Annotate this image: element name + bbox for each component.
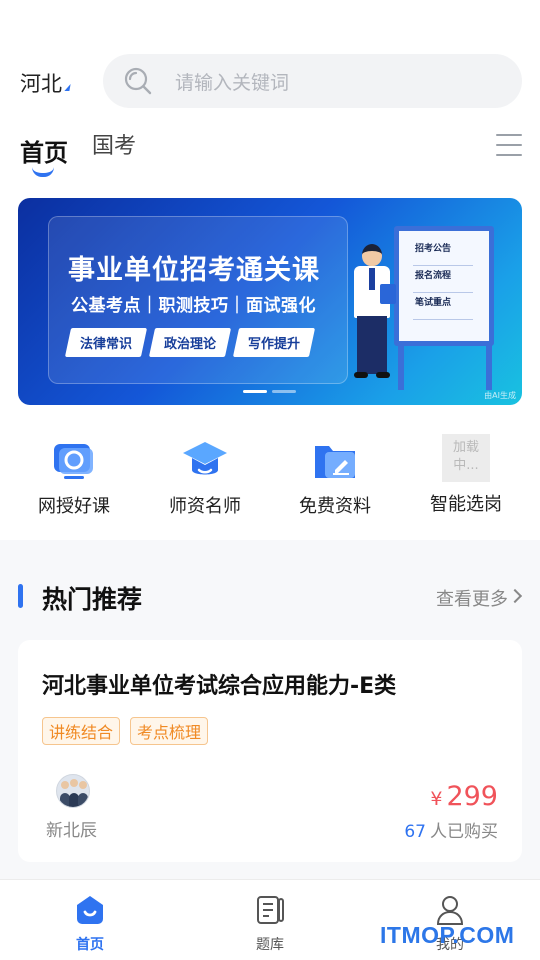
quick-item-teachers[interactable]: 师资名师 xyxy=(140,430,270,518)
carousel-dot[interactable] xyxy=(272,390,296,393)
banner-subtitle: 公基考点｜职测技巧｜面试强化 xyxy=(71,296,316,316)
question-bank-icon xyxy=(257,896,284,924)
search-icon xyxy=(123,66,153,96)
search-bar[interactable]: 请输入关键词 xyxy=(103,54,522,108)
banner-chip: 政治理论 xyxy=(148,328,232,357)
see-more-link[interactable]: 查看更多 xyxy=(436,585,508,611)
loading-placeholder: 加载中... xyxy=(442,434,490,482)
carousel-dot[interactable] xyxy=(243,390,267,393)
tab-home-label: 首页 xyxy=(20,139,68,167)
banner-chip: 写作提升 xyxy=(232,328,316,357)
tab-guokao[interactable]: 国考 xyxy=(92,128,136,160)
buyers-suffix: 人已购买 xyxy=(430,822,498,842)
course-tag: 考点梳理 xyxy=(130,717,209,745)
ai-generated-label: 由AI生成 xyxy=(484,391,516,400)
quick-item-label: 免费资料 xyxy=(299,496,371,517)
search-input[interactable]: 请输入关键词 xyxy=(175,68,289,95)
quick-menu: 网授好课 师资名师 免费资料 加载中... 智能选岗 xyxy=(0,430,540,530)
hot-section-header: 热门推荐 查看更多 xyxy=(18,580,523,620)
graduation-cap-icon xyxy=(181,436,229,484)
price-value: 299 xyxy=(446,781,498,812)
menu-icon[interactable] xyxy=(496,134,522,156)
nav-item-question-bank[interactable]: 题库 xyxy=(230,894,310,954)
buyers-number: 67 xyxy=(404,822,426,842)
buyers-count: 67 人已购买 xyxy=(404,817,498,842)
tab-home[interactable]: 首页 xyxy=(20,133,68,177)
course-tag: 讲练结合 xyxy=(42,717,121,745)
presenter-illustration xyxy=(348,244,396,384)
board-line: 笔试重点 xyxy=(415,298,452,308)
currency-symbol: ¥ xyxy=(430,788,443,810)
city-label: 河北 xyxy=(20,72,62,96)
banner-chip: 法律常识 xyxy=(64,328,148,357)
monitor-icon xyxy=(50,436,98,484)
hot-section-title: 热门推荐 xyxy=(42,585,143,614)
teacher-avatar xyxy=(56,774,90,808)
quick-item-label: 网授好课 xyxy=(38,496,110,517)
banner-chips: 法律常识 政治理论 写作提升 xyxy=(64,328,316,357)
home-icon xyxy=(77,896,103,924)
board-line: 招考公告 xyxy=(415,244,452,254)
section-accent-bar xyxy=(18,584,23,608)
banner-title: 事业单位招考通关课 xyxy=(68,255,320,286)
notice-board: 招考公告 报名流程 笔试重点 xyxy=(394,226,494,346)
nav-label: 题库 xyxy=(256,937,284,953)
promo-banner[interactable]: 事业单位招考通关课 公基考点｜职测技巧｜面试强化 法律常识 政治理论 写作提升 … xyxy=(18,198,522,405)
active-tab-indicator xyxy=(32,167,54,177)
nav-item-home[interactable]: 首页 xyxy=(50,894,130,954)
city-selector[interactable]: 河北 xyxy=(20,68,71,98)
course-tags: 讲练结合 考点梳理 xyxy=(42,717,209,745)
chevron-right-icon[interactable] xyxy=(507,588,523,604)
dropdown-triangle-icon xyxy=(64,83,71,91)
quick-item-label: 智能选岗 xyxy=(430,494,502,515)
quick-item-label: 师资名师 xyxy=(169,496,241,517)
board-line: 报名流程 xyxy=(415,271,452,281)
folder-icon xyxy=(311,436,359,484)
nav-label: 首页 xyxy=(76,937,104,953)
site-watermark: ITMOP.COM xyxy=(380,922,515,948)
quick-item-free-materials[interactable]: 免费资料 xyxy=(270,430,400,518)
course-card[interactable]: 河北事业单位考试综合应用能力-E类 讲练结合 考点梳理 新北辰 ¥299 67 人… xyxy=(18,640,522,862)
course-price: ¥299 xyxy=(430,781,498,812)
carousel-dots xyxy=(243,390,296,393)
course-title: 河北事业单位考试综合应用能力-E类 xyxy=(42,674,397,699)
quick-item-smart-job[interactable]: 加载中... 智能选岗 xyxy=(401,430,531,516)
teacher-name: 新北辰 xyxy=(46,821,97,841)
quick-item-online-course[interactable]: 网授好课 xyxy=(9,430,139,518)
top-tabs: 首页 国考 xyxy=(20,128,522,178)
